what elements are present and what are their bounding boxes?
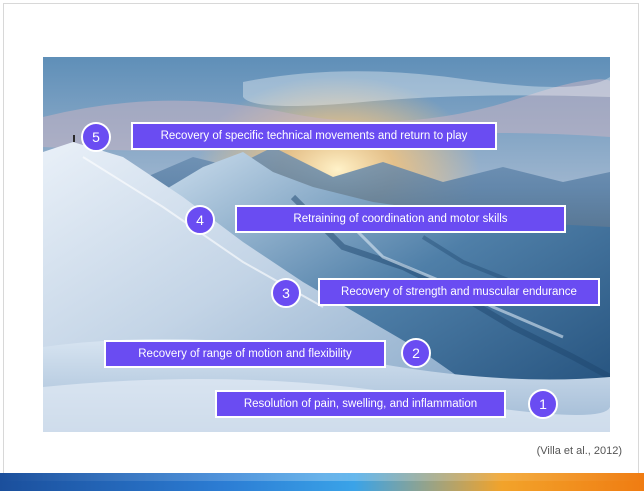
step-2-label: Recovery of range of motion and flexibil… [104,340,386,368]
step-2-number: 2 [401,338,431,368]
step-1-label: Resolution of pain, swelling, and inflam… [215,390,506,418]
step-4-label: Retraining of coordination and motor ski… [235,205,566,233]
step-4-number: 4 [185,205,215,235]
step-5-number: 5 [81,122,111,152]
footer-bar [0,473,644,491]
citation: (Villa et al., 2012) [536,445,622,457]
slide: 5 Recovery of specific technical movemen… [0,0,644,491]
step-5-label: Recovery of specific technical movements… [131,122,497,150]
step-3-number: 3 [271,278,301,308]
step-3-label: Recovery of strength and muscular endura… [318,278,600,306]
step-1-number: 1 [528,389,558,419]
mountain-illustration [43,57,610,432]
mountain-photo [43,57,610,432]
footer-highlight [0,473,644,481]
